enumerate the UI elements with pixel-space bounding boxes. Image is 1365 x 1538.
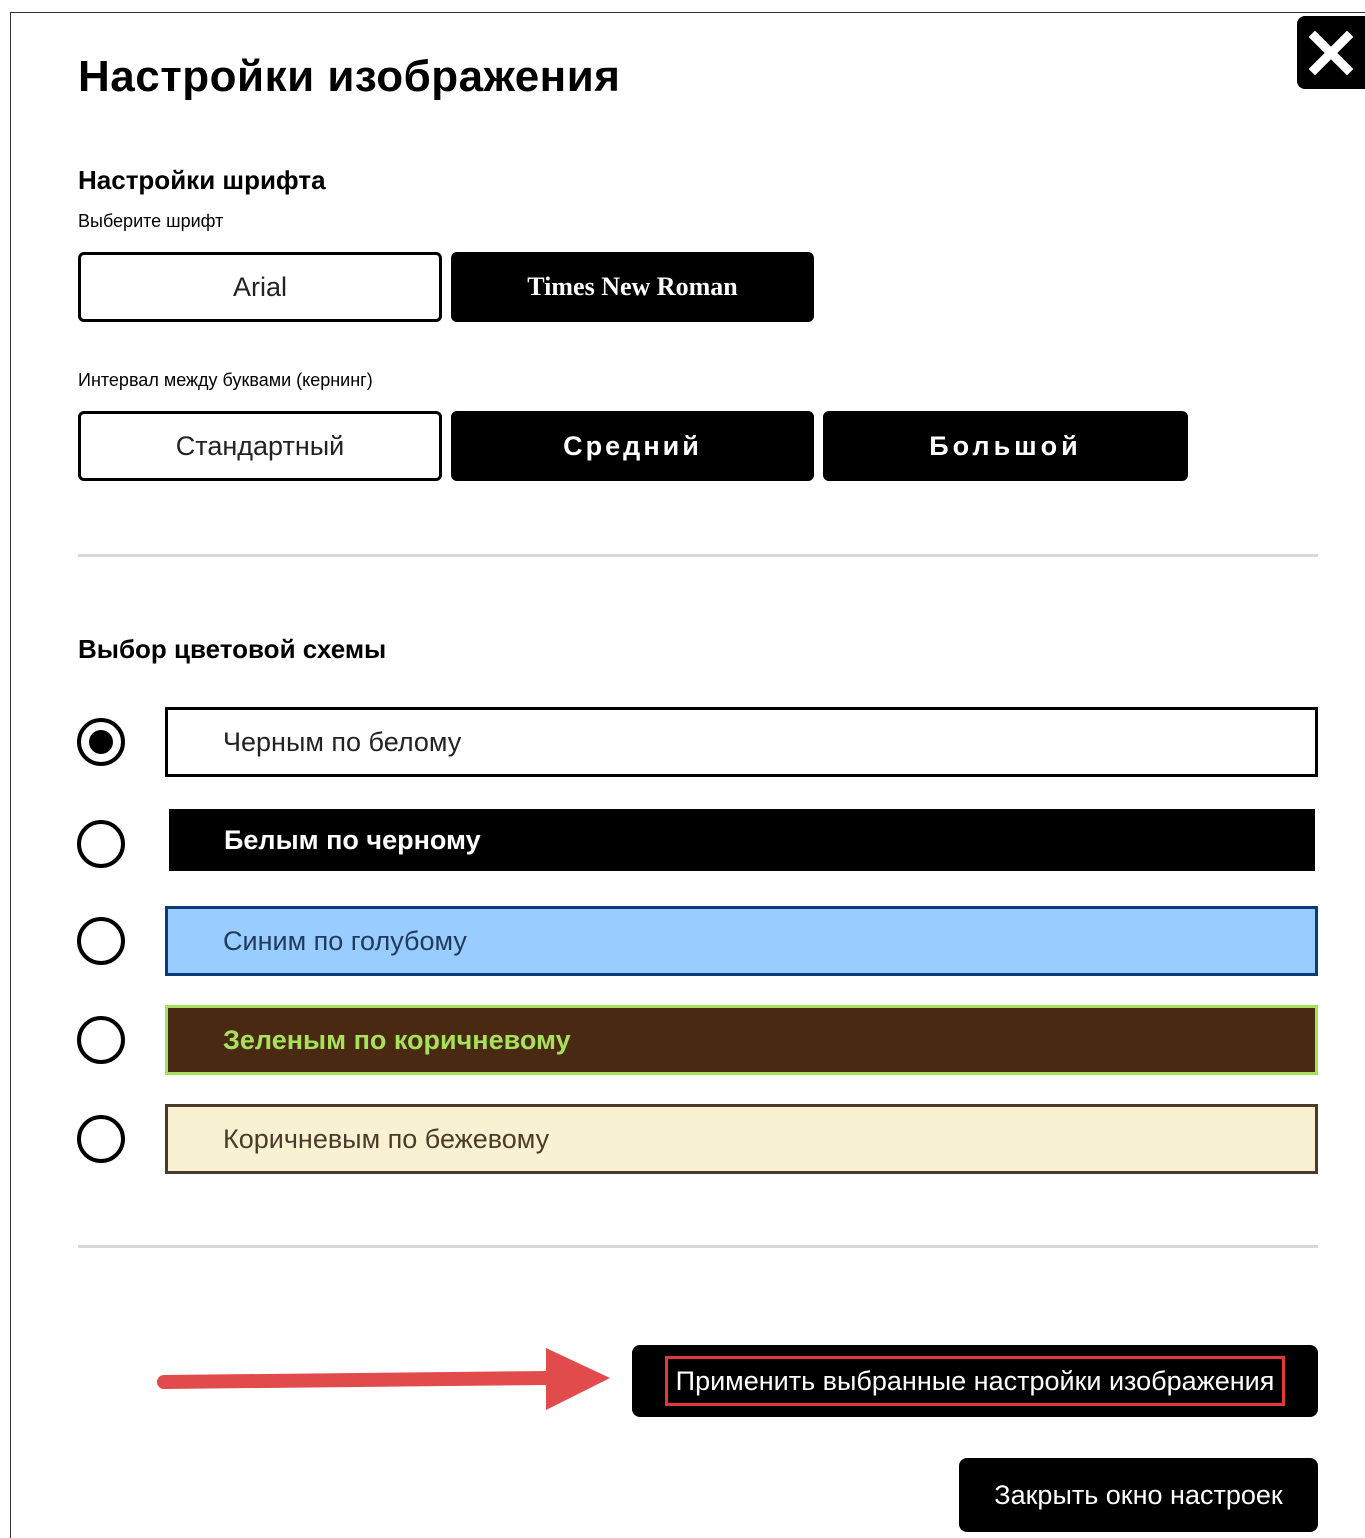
scheme-brown-on-beige-button[interactable]: Коричневым по бежевому (165, 1104, 1318, 1174)
divider (78, 554, 1318, 557)
radio-scheme-brown-on-beige[interactable] (77, 1115, 125, 1163)
choose-font-label: Выберите шрифт (78, 211, 224, 231)
kerning-standard-button[interactable]: Стандартный (78, 411, 442, 481)
font-times-button[interactable]: Times New Roman (451, 252, 814, 322)
divider (78, 1245, 1318, 1248)
apply-settings-button[interactable]: Применить выбранные настройки изображени… (632, 1345, 1318, 1417)
scheme-label: Зеленым по коричневому (223, 1024, 571, 1055)
scheme-green-on-brown-button[interactable]: Зеленым по коричневому (165, 1005, 1318, 1075)
scheme-label: Черным по белому (223, 726, 462, 757)
scheme-label: Белым по черному (224, 824, 481, 855)
radio-scheme-black-on-white[interactable] (77, 718, 125, 766)
kerning-label: Интервал между буквами (кернинг) (78, 370, 373, 390)
scheme-white-on-black-button[interactable]: Белым по черному (169, 809, 1315, 871)
font-settings-heading: Настройки шрифта (78, 165, 326, 195)
close-icon (1309, 30, 1353, 75)
radio-scheme-blue-on-lightblue[interactable] (77, 917, 125, 965)
close-settings-button[interactable]: Закрыть окно настроек (959, 1458, 1318, 1532)
color-scheme-heading: Выбор цветовой схемы (78, 634, 387, 664)
font-arial-button[interactable]: Arial (78, 252, 442, 322)
close-button[interactable] (1297, 16, 1365, 89)
kerning-large-button[interactable]: Большой (823, 411, 1188, 481)
scheme-blue-on-lightblue-button[interactable]: Синим по голубому (165, 906, 1318, 976)
scheme-label: Коричневым по бежевому (223, 1123, 550, 1154)
radio-scheme-white-on-black[interactable] (77, 820, 125, 868)
scheme-label: Синим по голубому (223, 925, 467, 956)
dialog-title: Настройки изображения (78, 52, 621, 101)
annotation-arrow-icon (157, 1348, 610, 1410)
scheme-black-on-white-button[interactable]: Черным по белому (165, 707, 1318, 777)
apply-settings-label: Применить выбранные настройки изображени… (664, 1356, 1286, 1406)
radio-scheme-green-on-brown[interactable] (77, 1016, 125, 1064)
kerning-medium-button[interactable]: Средний (451, 411, 814, 481)
